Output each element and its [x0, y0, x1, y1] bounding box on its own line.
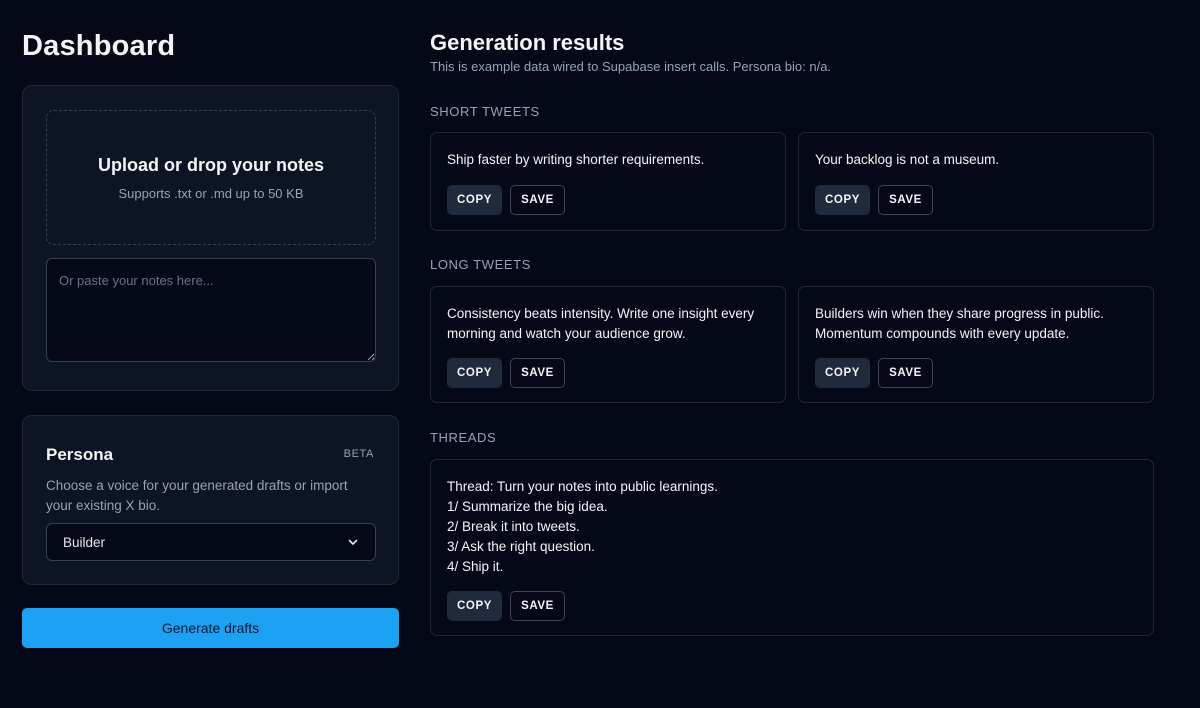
save-button[interactable]: SAVE — [878, 185, 933, 215]
card-actions: COPY SAVE — [815, 185, 933, 215]
notes-textarea[interactable] — [46, 258, 376, 362]
persona-description: Choose a voice for your generated drafts… — [46, 478, 348, 513]
card-actions: COPY SAVE — [447, 358, 565, 388]
copy-button[interactable]: COPY — [447, 591, 502, 621]
section-label-long-tweets: LONG TWEETS — [430, 257, 531, 272]
short-tweet-card: Your backlog is not a museum. COPY SAVE — [798, 132, 1154, 231]
persona-select[interactable]: Builder — [46, 523, 376, 561]
section-label-threads: THREADS — [430, 430, 497, 445]
section-label-short-tweets: SHORT TWEETS — [430, 104, 540, 119]
file-dropzone[interactable]: Upload or drop your notes Supports .txt … — [46, 110, 376, 245]
thread-line: 4/ Ship it. — [447, 559, 504, 574]
page-title: Dashboard — [22, 30, 176, 62]
thread-card: Thread: Turn your notes into public lear… — [430, 459, 1154, 636]
save-button[interactable]: SAVE — [510, 185, 565, 215]
persona-title: Persona — [46, 445, 114, 464]
tweet-text: Your backlog is not a museum. — [815, 152, 1000, 167]
tweet-text: Consistency beats intensity. Write one i… — [447, 306, 755, 341]
copy-button[interactable]: COPY — [447, 358, 502, 388]
thread-line: Thread: Turn your notes into public lear… — [447, 479, 718, 494]
thread-line: 2/ Break it into tweets. — [447, 519, 580, 534]
copy-button[interactable]: COPY — [447, 185, 502, 215]
dropzone-title: Upload or drop your notes — [97, 155, 324, 175]
results-title: Generation results — [430, 30, 625, 55]
card-actions: COPY SAVE — [447, 591, 565, 621]
page: Dashboard Upload or drop your notes Supp… — [0, 0, 1200, 708]
chevron-down-icon — [348, 539, 358, 545]
card-actions: COPY SAVE — [815, 358, 933, 388]
persona-select-value: Builder — [63, 534, 106, 550]
copy-button[interactable]: COPY — [815, 358, 870, 388]
tweet-text: Ship faster by writing shorter requireme… — [447, 152, 705, 167]
copy-button[interactable]: COPY — [815, 185, 870, 215]
thread-text: Thread: Turn your notes into public lear… — [447, 477, 1137, 577]
generate-drafts-button[interactable]: Generate drafts — [22, 608, 399, 648]
short-tweet-card: Ship faster by writing shorter requireme… — [430, 132, 786, 231]
thread-line: 3/ Ask the right question. — [447, 539, 595, 554]
save-button[interactable]: SAVE — [510, 358, 565, 388]
dropzone-subtitle: Supports .txt or .md up to 50 KB — [118, 186, 304, 201]
results-subtitle: This is example data wired to Supabase i… — [430, 59, 832, 74]
long-tweet-card: Builders win when they share progress in… — [798, 286, 1154, 403]
card-actions: COPY SAVE — [447, 185, 565, 215]
upload-card: Upload or drop your notes Supports .txt … — [22, 85, 399, 391]
left-column: Dashboard Upload or drop your notes Supp… — [22, 28, 399, 648]
beta-badge: BETA — [343, 448, 374, 460]
save-button[interactable]: SAVE — [510, 591, 565, 621]
tweet-text: Builders win when they share progress in… — [815, 306, 1104, 341]
persona-card: Persona BETA Choose a voice for your gen… — [22, 415, 399, 585]
save-button[interactable]: SAVE — [878, 358, 933, 388]
thread-line: 1/ Summarize the big idea. — [447, 499, 608, 514]
long-tweet-card: Consistency beats intensity. Write one i… — [430, 286, 786, 403]
results-panel: Generation results This is example data … — [430, 28, 1154, 636]
